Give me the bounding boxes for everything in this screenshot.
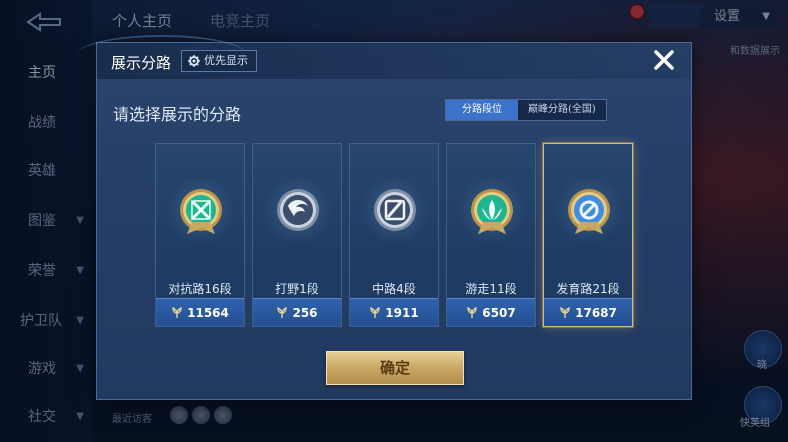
priority-display-button[interactable]: 优先显示: [181, 50, 257, 72]
lane-card-jungle[interactable]: 打野1段 256: [252, 143, 342, 327]
close-button[interactable]: [651, 47, 677, 73]
lane-tabs: 分路段位 巅峰分路(全国): [445, 99, 607, 121]
dialog-subtitle: 请选择展示的分路: [113, 105, 242, 124]
priority-label: 优先显示: [204, 54, 248, 67]
lane-card-farm[interactable]: 发育路21段 17687: [543, 143, 633, 327]
dialog-header: 展示分路 优先显示: [77, 35, 691, 79]
farm-lane-badge-icon: [568, 189, 610, 234]
laurel-icon: [560, 306, 570, 318]
lane-cards: 对抗路16段 11564 打野1段 256 中路4段 1911 游走11段 65…: [155, 143, 633, 327]
lane-name: 中路4段: [372, 282, 416, 296]
lane-name: 发育路21段: [556, 282, 620, 296]
lane-card-mid[interactable]: 中路4段 1911: [349, 143, 439, 327]
lane-score-bar: 11564: [156, 298, 244, 326]
lane-score: 6507: [482, 305, 516, 320]
lane-card-roam[interactable]: 游走11段 6507: [446, 143, 536, 327]
tab-peak-lane[interactable]: 巅峰分路(全国): [518, 100, 606, 120]
lane-display-dialog: 展示分路 优先显示 请选择展示的分路 分路段位 巅峰分路(全国) 对抗路16段 …: [77, 35, 692, 400]
lane-score-bar: 1911: [350, 298, 438, 326]
lane-name: 打野1段: [275, 282, 319, 296]
lane-name: 游走11段: [465, 282, 517, 296]
lane-score-bar: 17687: [544, 298, 632, 326]
laurel-icon: [277, 306, 288, 318]
lane-score-bar: 256: [253, 298, 341, 326]
gear-icon: [188, 55, 200, 67]
roam-badge-icon: [471, 189, 513, 234]
dialog-title: 展示分路: [111, 54, 172, 72]
lane-card-clash[interactable]: 对抗路16段 11564: [155, 143, 245, 327]
lane-score: 256: [292, 305, 318, 320]
lane-score: 1911: [385, 305, 419, 320]
laurel-icon: [467, 306, 477, 318]
close-icon: [654, 50, 674, 70]
mid-lane-badge-icon: [374, 189, 416, 231]
confirm-button[interactable]: 确定: [326, 351, 464, 385]
lane-score: 11564: [187, 305, 229, 320]
laurel-icon: [370, 306, 380, 318]
tab-lane-rank[interactable]: 分路段位: [446, 100, 518, 120]
clash-lane-badge-icon: [180, 189, 222, 234]
laurel-icon: [172, 306, 182, 318]
lane-score-bar: 6507: [447, 298, 535, 326]
lane-name: 对抗路16段: [168, 282, 232, 296]
lane-score: 17687: [575, 305, 617, 320]
jungle-badge-icon: [277, 189, 319, 231]
